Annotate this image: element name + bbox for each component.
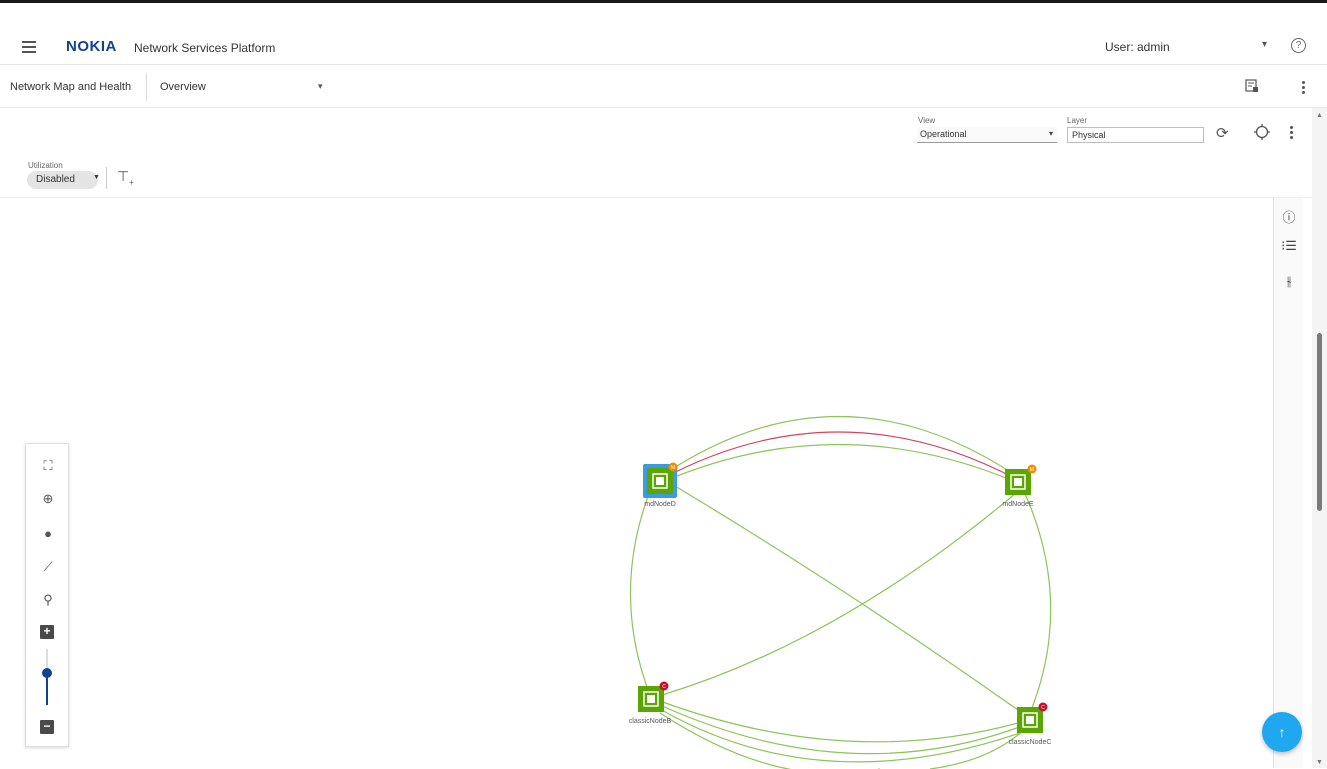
link-c-partial[interactable]: [929, 728, 1026, 769]
app-header: NOKIA Network Services Platform User: ad…: [0, 31, 1327, 65]
crosshair-select-icon[interactable]: ⊕: [38, 491, 58, 507]
node-label: classicNodeC: [1009, 739, 1052, 746]
node-badge: M: [1030, 467, 1034, 473]
breadcrumb[interactable]: Network Map and Health: [10, 81, 131, 93]
utilization-label: Utilization: [28, 161, 63, 170]
link-b-c-3[interactable]: [659, 708, 1021, 763]
top-border: [0, 0, 1327, 3]
node-badge: C: [662, 684, 666, 690]
user-menu-label[interactable]: User: admin: [1105, 40, 1170, 54]
vertical-scrollbar[interactable]: ▲ ▼: [1312, 108, 1327, 768]
link-d-e-inner[interactable]: [659, 443, 1019, 484]
scroll-to-top-button[interactable]: ↑: [1262, 712, 1302, 752]
link-d-c[interactable]: [669, 482, 1029, 718]
info-icon[interactable]: ⓘ: [1280, 207, 1298, 226]
filter-add-icon[interactable]: ⊤+: [117, 168, 134, 187]
side-panel-toolbar: ⓘ ⁝☰ ⫳: [1273, 198, 1303, 768]
more-options-icon[interactable]: [1301, 81, 1305, 95]
node-mdNodeD[interactable]: M mdNodeD: [643, 462, 678, 509]
node-mdNodeE[interactable]: M mdNodeE: [1002, 464, 1037, 509]
hamburger-icon[interactable]: [22, 41, 36, 53]
app-title: Network Services Platform: [134, 41, 276, 55]
divider: [146, 73, 147, 101]
network-map[interactable]: M mdNodeD M mdNodeE C classicNodeB C cla…: [0, 197, 1312, 769]
subheader: Network Map and Health Overview ▾: [0, 66, 1327, 108]
topology-canvas[interactable]: M mdNodeD M mdNodeE C classicNodeB C cla…: [0, 198, 1272, 769]
view-select[interactable]: Operational ▾: [917, 127, 1057, 143]
chevron-down-icon: ▾: [1048, 129, 1053, 138]
chevron-down-icon: ▼: [93, 174, 100, 181]
node-icon[interactable]: ●: [38, 526, 58, 541]
help-icon[interactable]: ?: [1291, 38, 1306, 53]
link-e-b[interactable]: [661, 492, 1017, 696]
utilization-value: Disabled: [36, 174, 75, 185]
page-select-caret-icon[interactable]: ▾: [318, 81, 323, 92]
link-d-b[interactable]: [629, 485, 653, 696]
utilization-dropdown[interactable]: Disabled ▼: [27, 171, 100, 189]
map-options-icon[interactable]: [1289, 126, 1293, 140]
link-icon[interactable]: ⟋: [38, 559, 58, 575]
layer-field[interactable]: Physical: [1067, 127, 1204, 143]
arrow-up-icon: ↑: [1278, 724, 1286, 740]
node-label: classicNodeB: [629, 718, 672, 725]
crosshair-icon[interactable]: [1253, 123, 1271, 141]
zoom-slider-handle[interactable]: [42, 668, 52, 678]
layer-label: Layer: [1067, 116, 1088, 125]
scroll-up-arrow-icon[interactable]: ▲: [1316, 112, 1323, 119]
report-icon[interactable]: [1245, 79, 1259, 93]
view-select-value: Operational: [920, 129, 967, 139]
link-e-c[interactable]: [1021, 486, 1052, 714]
zoom-in-button[interactable]: +: [40, 625, 54, 639]
sliders-icon[interactable]: ⫳: [1280, 273, 1298, 289]
page-select[interactable]: Overview: [160, 81, 206, 93]
link-d-e-outer[interactable]: [659, 416, 1019, 478]
user-menu-caret-icon[interactable]: ▾: [1262, 39, 1267, 50]
link-d-e-alarm[interactable]: [659, 431, 1019, 481]
node-label: mdNodeD: [644, 501, 676, 508]
refresh-icon[interactable]: ⟳: [1216, 124, 1229, 142]
nokia-logo: NOKIA: [66, 38, 117, 55]
zoom-out-button[interactable]: −: [40, 720, 54, 734]
map-toolbox: ⛶ ⊕ ● ⟋ ⚲ + −: [25, 443, 69, 747]
divider: [106, 167, 107, 189]
fit-to-screen-icon[interactable]: ⛶: [38, 458, 58, 474]
list-icon[interactable]: ⁝☰: [1280, 238, 1298, 254]
node-badge: M: [671, 465, 675, 471]
link-b-c-2[interactable]: [659, 704, 1026, 755]
node-label: mdNodeE: [1002, 501, 1033, 508]
scroll-down-arrow-icon[interactable]: ▼: [1316, 759, 1323, 766]
scrollbar-thumb[interactable]: [1317, 333, 1322, 511]
node-badge: C: [1041, 705, 1045, 711]
location-icon[interactable]: ⚲: [38, 592, 58, 608]
view-label: View: [918, 116, 936, 125]
